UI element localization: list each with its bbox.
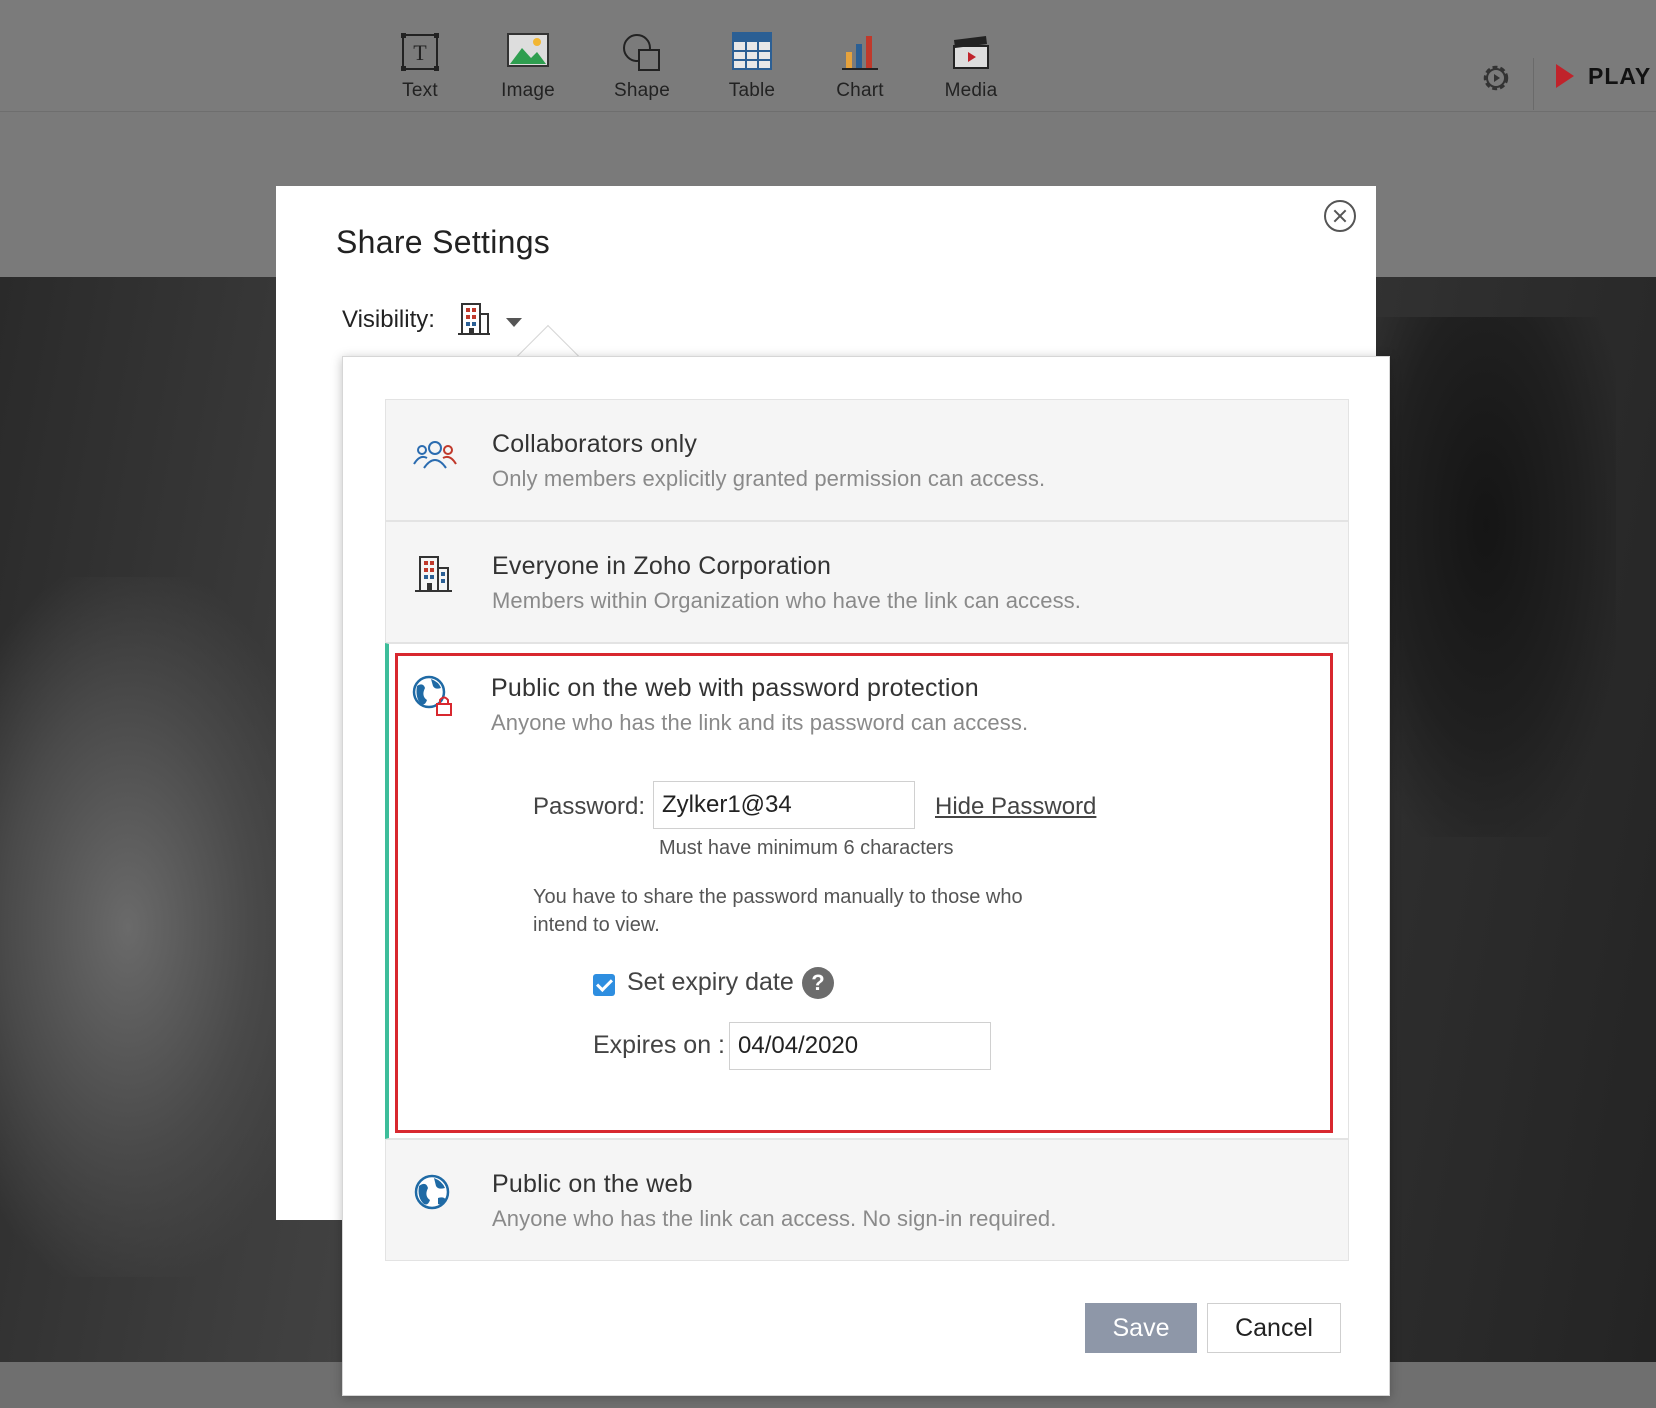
option-collaborators-only[interactable]: Collaborators only Only members explicit… <box>385 399 1349 521</box>
save-button[interactable]: Save <box>1085 1303 1197 1353</box>
bar-chart-icon <box>814 32 906 80</box>
toolbar-table-button[interactable]: Table <box>706 32 798 108</box>
set-expiry-label: Set expiry date <box>627 968 794 996</box>
help-icon[interactable]: ? <box>802 967 834 999</box>
option-title: Collaborators only <box>492 430 698 458</box>
svg-text:T: T <box>413 40 427 65</box>
play-button[interactable]: PLAY <box>1556 60 1651 92</box>
option-description: Members within Organization who have the… <box>492 588 1081 613</box>
building-icon <box>412 554 458 600</box>
option-description: Only members explicitly granted permissi… <box>492 466 1046 491</box>
building-icon[interactable] <box>456 302 492 336</box>
play-label: PLAY <box>1588 62 1652 89</box>
chevron-down-icon[interactable] <box>506 318 522 327</box>
option-title: Everyone in Zoho Corporation <box>492 552 832 580</box>
toolbar-text-button[interactable]: T Text <box>374 32 466 108</box>
visibility-dropdown-panel: Collaborators only Only members explicit… <box>342 356 1390 1396</box>
set-expiry-checkbox[interactable] <box>593 974 615 996</box>
option-description: Anyone who has the link can access. No s… <box>492 1206 1057 1231</box>
toolbar-text-label: Text <box>402 80 438 101</box>
shape-icon <box>596 32 688 80</box>
option-title: Public on the web <box>492 1170 693 1198</box>
toolbar-shape-label: Shape <box>614 80 670 101</box>
close-icon[interactable] <box>1324 200 1356 232</box>
dialog-title: Share Settings <box>336 224 551 260</box>
password-share-note: You have to share the password manually … <box>533 886 1023 936</box>
globe-icon <box>412 1172 458 1218</box>
toolbar-media-button[interactable]: Media <box>925 32 1017 108</box>
option-title: Public on the web with password protecti… <box>491 674 979 702</box>
toolbar-chart-button[interactable]: Chart <box>814 32 906 108</box>
table-icon <box>706 32 798 80</box>
toolbar-table-label: Table <box>728 80 776 101</box>
people-icon <box>412 434 458 480</box>
option-public-on-web[interactable]: Public on the web Anyone who has the lin… <box>385 1139 1349 1261</box>
expiry-date-input[interactable] <box>729 1022 991 1070</box>
password-input[interactable] <box>653 781 915 829</box>
toolbar-divider <box>1533 58 1534 110</box>
visibility-label: Visibility: <box>342 306 435 333</box>
cancel-button[interactable]: Cancel <box>1207 1303 1341 1353</box>
toolbar-image-button[interactable]: Image <box>482 32 574 108</box>
photo-blur-left <box>0 577 320 1277</box>
hide-password-link[interactable]: Hide Password <box>935 793 1096 821</box>
panel-pointer-cover <box>512 357 586 381</box>
expires-on-label: Expires on : <box>593 1031 726 1059</box>
toolbar-image-label: Image <box>501 80 555 101</box>
password-label: Password: <box>533 793 646 820</box>
option-everyone-in-organization[interactable]: Everyone in Zoho Corporation Members wit… <box>385 521 1349 643</box>
option-description: Anyone who has the link and its password… <box>491 710 1029 735</box>
settings-gear-icon[interactable] <box>1478 60 1514 96</box>
password-hint: Must have minimum 6 characters <box>659 837 954 859</box>
image-icon <box>482 32 574 80</box>
globe-lock-icon <box>411 674 457 720</box>
clapperboard-icon <box>925 32 1017 80</box>
toolbar-media-label: Media <box>944 80 998 101</box>
top-toolbar: T Text Image Shape Table Chart Media PLA… <box>0 0 1656 112</box>
photo-blur-right <box>1356 317 1616 837</box>
text-box-icon: T <box>374 32 466 80</box>
toolbar-chart-label: Chart <box>836 80 884 101</box>
toolbar-shape-button[interactable]: Shape <box>596 32 688 108</box>
play-icon <box>1556 64 1574 88</box>
